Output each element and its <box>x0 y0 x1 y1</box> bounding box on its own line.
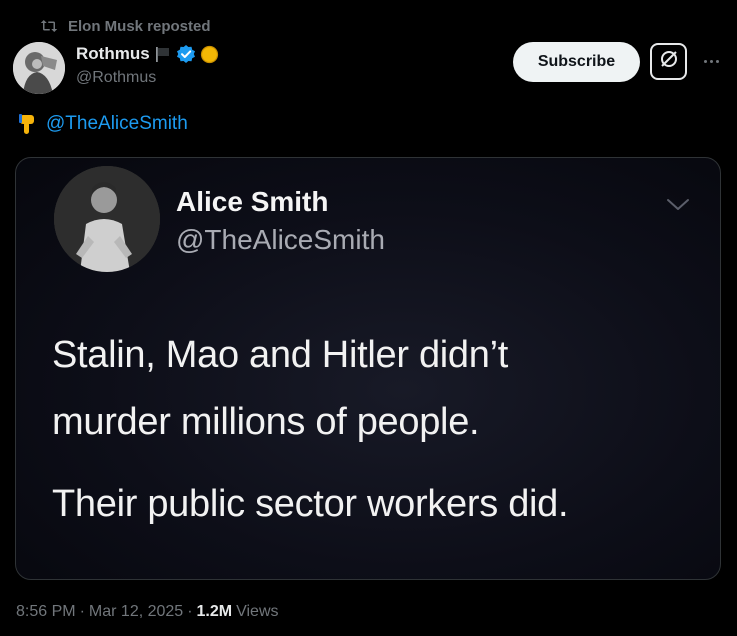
mention-link[interactable]: @TheAliceSmith <box>46 113 188 135</box>
more-button[interactable] <box>697 50 725 72</box>
tweet-meta: 8:56 PM · Mar 12, 2025 · 1.2M Views <box>16 603 279 621</box>
image-avatar <box>54 166 160 272</box>
views-count: 1.2M <box>196 603 233 620</box>
image-handle: @TheAliceSmith <box>176 224 385 255</box>
image-name: Alice Smith <box>176 186 329 217</box>
flag-emoji <box>154 45 172 63</box>
more-icon-dot <box>715 59 719 63</box>
meta-separator: · <box>187 603 193 620</box>
image-text-line: Stalin, Mao and Hitler didn’t <box>52 334 508 376</box>
subscribe-button[interactable]: Subscribe <box>513 42 640 82</box>
tweet-text: @TheAliceSmith <box>16 113 188 135</box>
tweet-time[interactable]: 8:56 PM <box>16 603 76 621</box>
more-icon-dot <box>709 59 713 63</box>
repost-label: Elon Musk reposted <box>68 17 211 35</box>
author-avatar[interactable] <box>13 42 65 94</box>
verified-badge[interactable] <box>176 44 196 64</box>
chevron-down-icon <box>666 198 690 217</box>
repost-header[interactable]: Elon Musk reposted <box>40 16 211 36</box>
views-label: Views <box>236 603 279 620</box>
author-name-row: Rothmus <box>76 44 219 64</box>
gold-circle-emoji <box>200 45 219 64</box>
author-name[interactable]: Rothmus <box>76 44 150 64</box>
repost-icon <box>40 18 58 34</box>
author-handle[interactable]: @Rothmus <box>76 69 156 87</box>
image-text-line: murder millions of people. <box>52 401 480 443</box>
media-image[interactable]: Alice Smith @TheAliceSmith Stalin, Mao a… <box>15 157 721 580</box>
image-text-line: Their public sector workers did. <box>52 483 569 525</box>
pointing-down-emoji <box>16 113 38 135</box>
tweet-page: Elon Musk reposted Rothmus @Rothmus Subs… <box>0 0 737 636</box>
meta-separator: · <box>79 603 85 620</box>
grok-button[interactable] <box>650 43 687 80</box>
more-icon <box>703 59 707 63</box>
grok-icon <box>658 48 680 75</box>
tweet-date[interactable]: Mar 12, 2025 <box>89 603 183 621</box>
